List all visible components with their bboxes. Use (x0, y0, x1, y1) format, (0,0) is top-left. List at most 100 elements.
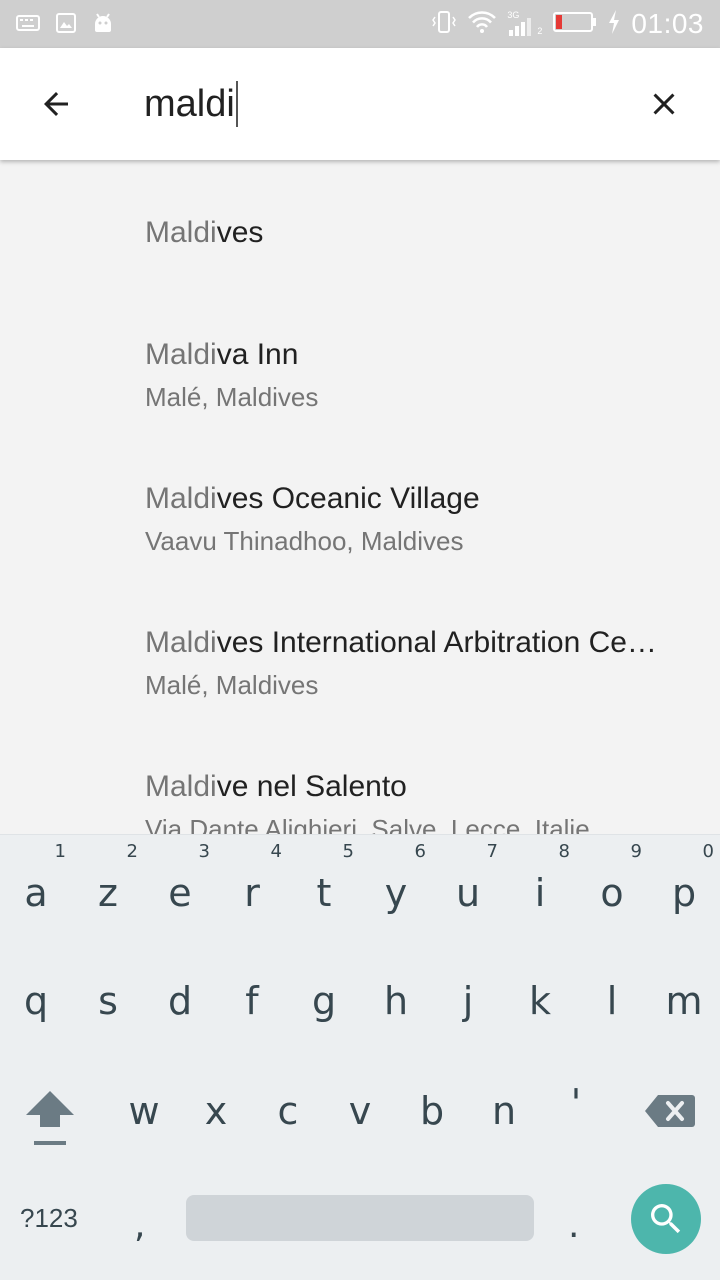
search-bar: maldi (0, 48, 720, 160)
search-query-text: maldi (144, 82, 235, 125)
key-w[interactable]: w (108, 1089, 180, 1133)
suggestion-title: Maldives International Arbitration Ce… (145, 626, 690, 660)
text-cursor (235, 81, 238, 127)
key-f[interactable]: f (216, 979, 288, 1023)
suggestion-item[interactable]: Maldives Oceanic Village Vaavu Thinadhoo… (0, 444, 720, 584)
search-key[interactable] (631, 1184, 701, 1254)
period-key[interactable]: . (568, 1205, 579, 1246)
status-bar-system: 3G 2 01:03 (431, 8, 704, 40)
key-x[interactable]: x (180, 1089, 252, 1133)
keyboard-icon (16, 14, 40, 37)
charging-icon (607, 9, 621, 40)
search-icon (651, 1204, 681, 1234)
key-e[interactable]: 3e (144, 841, 216, 915)
key-number-hint: 4 (270, 841, 282, 862)
shift-icon (26, 1091, 74, 1145)
vibrate-icon (431, 9, 457, 40)
key-n[interactable]: n (468, 1089, 540, 1133)
key-number-hint: 5 (342, 841, 354, 862)
suggestion-match-text: Maldi (145, 482, 217, 515)
key-j[interactable]: j (432, 979, 504, 1023)
status-bar: 3G 2 01:03 (0, 0, 720, 48)
clear-search-button[interactable] (636, 76, 692, 132)
key-label: u (455, 871, 481, 915)
key-r[interactable]: 4r (216, 841, 288, 915)
key-s[interactable]: s (72, 979, 144, 1023)
key-q[interactable]: q (0, 979, 72, 1023)
key-l[interactable]: l (576, 979, 648, 1023)
key-i[interactable]: 8i (504, 841, 576, 915)
arrow-back-icon (44, 92, 68, 116)
sim-slot-label: 2 (537, 26, 543, 36)
key-number-hint: 6 (414, 841, 426, 862)
status-time: 01:03 (631, 8, 704, 39)
key-t[interactable]: 5t (288, 841, 360, 915)
suggestion-rest-text: ve nel Salento (216, 770, 407, 803)
key-a[interactable]: 1a (0, 841, 72, 915)
key-number-hint: 7 (486, 841, 498, 862)
suggestion-item[interactable]: Maldives (0, 160, 720, 270)
suggestion-rest-text: va Inn (216, 338, 299, 371)
status-bar-notifications (16, 12, 114, 39)
suggestion-subtitle: Via Dante Alighieri, Salve, Lecce, Itali… (145, 814, 590, 834)
suggestion-item[interactable]: Maldiva Inn Malé, Maldives (0, 300, 720, 440)
image-icon (56, 13, 76, 38)
key-number-hint: 9 (630, 841, 642, 862)
key-number-hint: 2 (126, 841, 138, 862)
symbols-key[interactable]: ?123 (20, 1203, 78, 1234)
key-h[interactable]: h (360, 979, 432, 1023)
suggestion-subtitle: Vaavu Thinadhoo, Maldives (145, 526, 464, 556)
suggestion-item[interactable]: Maldives International Arbitration Ce… M… (0, 588, 720, 728)
key-label: t (316, 871, 332, 915)
key-apostrophe[interactable]: ' (540, 1081, 612, 1125)
suggestion-title: Maldives Oceanic Village (145, 482, 690, 516)
suggestion-match-text: Maldi (145, 216, 217, 249)
back-button[interactable] (28, 76, 84, 132)
key-label: e (168, 871, 192, 915)
key-b[interactable]: b (396, 1089, 468, 1133)
signal-icon: 3G 2 (507, 10, 543, 38)
suggestion-match-text: Maldi (145, 626, 217, 659)
android-icon (92, 12, 114, 39)
key-v[interactable]: v (324, 1089, 396, 1133)
suggestion-title: Maldive nel Salento (145, 770, 690, 804)
key-number-hint: 3 (198, 841, 210, 862)
key-k[interactable]: k (504, 979, 576, 1023)
key-number-hint: 0 (702, 841, 714, 862)
suggestion-subtitle: Malé, Maldives (145, 670, 319, 700)
suggestion-rest-text: ves International Arbitration Ce… (216, 626, 657, 659)
key-label: z (98, 871, 118, 915)
wifi-icon (467, 10, 497, 39)
space-key[interactable] (186, 1195, 534, 1241)
key-label: a (24, 871, 48, 915)
key-g[interactable]: g (288, 979, 360, 1023)
suggestion-item[interactable]: Maldive nel Salento Via Dante Alighieri,… (0, 732, 720, 834)
suggestion-rest-text: ves Oceanic Village (216, 482, 480, 515)
key-c[interactable]: c (252, 1089, 324, 1133)
key-label: y (384, 871, 408, 915)
key-label: r (244, 871, 260, 915)
suggestion-rest-text: ves (216, 216, 264, 249)
key-label: i (534, 871, 546, 915)
suggestion-match-text: Maldi (145, 338, 217, 371)
suggestion-match-text: Maldi (145, 770, 217, 803)
key-y[interactable]: 6y (360, 841, 432, 915)
key-m[interactable]: m (648, 979, 720, 1023)
key-d[interactable]: d (144, 979, 216, 1023)
backspace-key[interactable] (644, 1091, 696, 1131)
suggestion-title: Maldiva Inn (145, 338, 690, 372)
shift-key[interactable] (22, 1085, 78, 1155)
suggestion-list: Maldives Maldiva Inn Malé, Maldives Mald… (0, 160, 720, 834)
search-input[interactable]: maldi (144, 78, 604, 130)
suggestion-subtitle: Malé, Maldives (145, 382, 319, 412)
battery-icon (553, 11, 597, 38)
key-u[interactable]: 7u (432, 841, 504, 915)
key-o[interactable]: 9o (576, 841, 648, 915)
key-p[interactable]: 0p (648, 841, 720, 915)
key-label: p (671, 871, 697, 915)
comma-key[interactable]: , (134, 1205, 145, 1246)
close-icon (653, 93, 675, 115)
suggestion-title: Maldives (145, 216, 690, 250)
key-number-hint: 8 (558, 841, 570, 862)
key-z[interactable]: 2z (72, 841, 144, 915)
